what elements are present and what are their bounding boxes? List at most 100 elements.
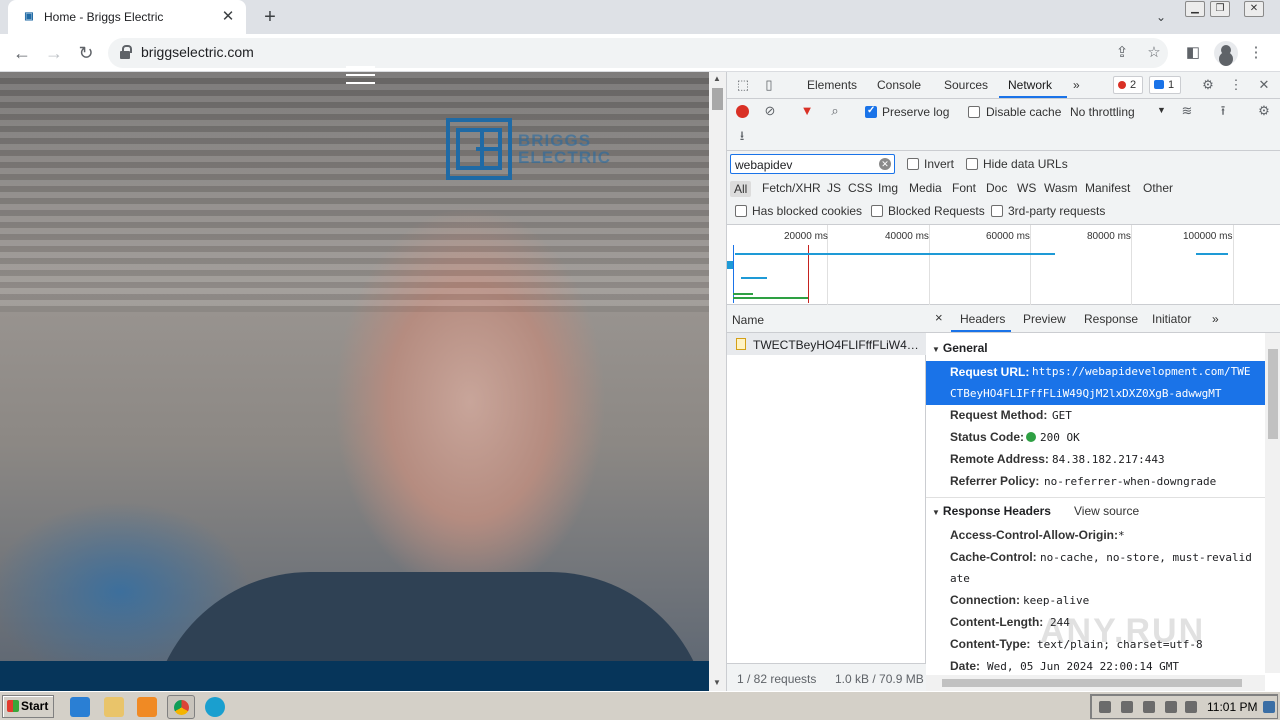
filter-type-font[interactable]: Font [952, 181, 976, 195]
filter-type-wasm[interactable]: Wasm [1044, 181, 1078, 195]
error-count-badge[interactable]: 2 [1113, 76, 1143, 94]
safely-remove-icon[interactable] [1165, 701, 1177, 713]
close-detail-icon[interactable]: × [935, 310, 943, 325]
network-conditions-wifi-icon[interactable]: ≋ [1179, 103, 1195, 119]
profile-avatar-icon[interactable] [1214, 41, 1238, 65]
third-party-checkbox[interactable] [991, 205, 1003, 217]
security-icon[interactable] [1185, 701, 1197, 713]
detail-scroll-thumb[interactable] [1268, 349, 1278, 439]
filter-type-doc[interactable]: Doc [986, 181, 1007, 195]
record-icon[interactable] [736, 105, 749, 118]
bookmark-star-icon[interactable]: ☆ [1144, 43, 1164, 63]
filter-type-media[interactable]: Media [909, 181, 942, 195]
filter-type-img[interactable]: Img [878, 181, 898, 195]
forward-arrow-icon[interactable]: → [41, 40, 67, 66]
filter-type-css[interactable]: CSS [848, 181, 873, 195]
filter-input-value[interactable]: webapidev [735, 158, 792, 172]
detail-vertical-scrollbar[interactable] [1265, 333, 1280, 673]
more-tabs-chevron-icon[interactable]: » [1073, 78, 1080, 92]
chrome-menu-icon[interactable]: ⋮ [1246, 43, 1266, 63]
detail-horizontal-scrollbar[interactable] [926, 675, 1265, 691]
edge-icon[interactable] [205, 697, 225, 717]
import-upload-icon[interactable]: ⭱ [1215, 103, 1231, 119]
tab-preview[interactable]: Preview [1023, 312, 1066, 326]
start-button[interactable]: Start [2, 695, 54, 718]
tray-info-icon[interactable] [1099, 701, 1111, 713]
clear-filter-icon[interactable]: ✕ [879, 158, 891, 170]
filter-type-fetch-xhr[interactable]: Fetch/XHR [762, 181, 821, 195]
has-blocked-cookies-checkbox[interactable] [735, 205, 747, 217]
tab-sources[interactable]: Sources [944, 78, 988, 92]
side-panel-icon[interactable]: ◧ [1183, 43, 1203, 63]
network-overview-timeline[interactable]: 20000 ms 40000 ms 60000 ms 80000 ms 1000… [727, 225, 1280, 305]
show-desktop-icon[interactable] [1263, 701, 1275, 713]
filter-funnel-icon[interactable]: ▼ [799, 103, 815, 119]
tab-response[interactable]: Response [1084, 312, 1138, 326]
tab-close-icon[interactable]: ✕ [218, 7, 238, 27]
chrome-taskbar-button[interactable] [167, 695, 195, 719]
briggs-logo-icon[interactable] [446, 118, 512, 180]
filter-input[interactable]: webapidev ✕ [730, 154, 895, 174]
page-scroll-thumb[interactable] [712, 88, 723, 110]
more-detail-tabs-chevron-icon[interactable]: » [1212, 312, 1219, 326]
url-text[interactable]: briggselectric.com [141, 44, 254, 60]
request-url-selected[interactable]: Request URL: https://webapidevelopment.c… [926, 361, 1265, 405]
share-icon[interactable]: ⇪ [1112, 43, 1132, 63]
network-settings-gear-icon[interactable]: ⚙ [1256, 103, 1272, 119]
network-icon[interactable] [1143, 701, 1155, 713]
blocked-requests-checkbox[interactable] [871, 205, 883, 217]
name-column-header[interactable]: Name [727, 305, 926, 333]
filter-type-manifest[interactable]: Manifest [1085, 181, 1130, 195]
tab-network[interactable]: Network [1008, 78, 1052, 92]
tab-console[interactable]: Console [877, 78, 921, 92]
detail-hscroll-thumb[interactable] [942, 679, 1242, 687]
throttling-select[interactable]: No throttling [1070, 105, 1135, 119]
inspect-element-icon[interactable]: ⬚ [735, 77, 751, 93]
address-bar[interactable]: briggselectric.com [108, 38, 1168, 68]
invert-checkbox[interactable] [907, 158, 919, 170]
clear-icon[interactable]: ⊘ [762, 103, 778, 119]
ie-icon[interactable] [70, 697, 90, 717]
hamburger-menu-icon[interactable] [346, 66, 376, 86]
media-player-icon[interactable] [137, 697, 157, 717]
general-section-header[interactable]: General [932, 341, 988, 355]
preserve-log-checkbox[interactable] [865, 105, 877, 118]
request-url-value-line1[interactable]: https://webapidevelopment.com/TWE [1032, 365, 1264, 378]
hide-data-urls-checkbox[interactable] [966, 158, 978, 170]
request-url-value-line2[interactable]: CTBeyHO4FLIFffFLiW49QjM2lxDXZ0XgB-adwwgM… [950, 387, 1240, 400]
scroll-up-icon[interactable]: ▲ [713, 74, 721, 83]
tab-headers[interactable]: Headers [960, 312, 1005, 326]
filter-type-other[interactable]: Other [1143, 181, 1173, 195]
tab-initiator[interactable]: Initiator [1152, 312, 1191, 326]
request-row[interactable]: TWECTBeyHO4FLIFffFLiW49Q... [727, 333, 926, 355]
minimize-button[interactable]: ▁ [1185, 1, 1205, 17]
customize-menu-icon[interactable]: ⋮ [1228, 77, 1244, 93]
new-tab-button[interactable]: + [258, 5, 282, 29]
volume-icon[interactable] [1121, 701, 1133, 713]
tab-elements[interactable]: Elements [807, 78, 857, 92]
lock-icon[interactable] [120, 45, 132, 59]
response-headers-section-header[interactable]: Response Headers [932, 504, 1051, 518]
page-scrollbar[interactable]: ▲ ▼ [709, 72, 726, 691]
scroll-down-icon[interactable]: ▼ [713, 678, 721, 687]
browser-tab[interactable]: ▣ Home - Briggs Electric ✕ [8, 0, 246, 34]
filter-type-ws[interactable]: WS [1017, 181, 1036, 195]
disable-cache-checkbox[interactable] [968, 106, 980, 118]
message-count-badge[interactable]: 1 [1149, 76, 1181, 94]
reload-icon[interactable]: ↻ [73, 40, 99, 66]
view-source-link[interactable]: View source [1074, 504, 1139, 518]
window-close-button[interactable]: ✕ [1244, 1, 1264, 17]
export-download-icon[interactable]: ⭳ [734, 128, 750, 144]
search-icon[interactable]: ⌕ [827, 103, 843, 119]
folder-icon[interactable] [104, 697, 124, 717]
filter-type-js[interactable]: JS [827, 181, 841, 195]
request-name[interactable]: TWECTBeyHO4FLIFffFLiW49Q... [753, 338, 923, 352]
tab-search-button[interactable]: ⌄ [1150, 6, 1172, 28]
close-devtools-icon[interactable]: ✕ [1256, 77, 1272, 93]
filter-type-all[interactable]: All [730, 181, 752, 197]
settings-gear-icon[interactable]: ⚙ [1200, 77, 1216, 93]
throttling-chevron-down-icon[interactable]: ▼ [1157, 105, 1166, 115]
back-arrow-icon[interactable]: ← [9, 40, 35, 66]
device-toolbar-icon[interactable]: ▯ [761, 77, 777, 93]
restore-button[interactable]: ❐ [1210, 1, 1230, 17]
